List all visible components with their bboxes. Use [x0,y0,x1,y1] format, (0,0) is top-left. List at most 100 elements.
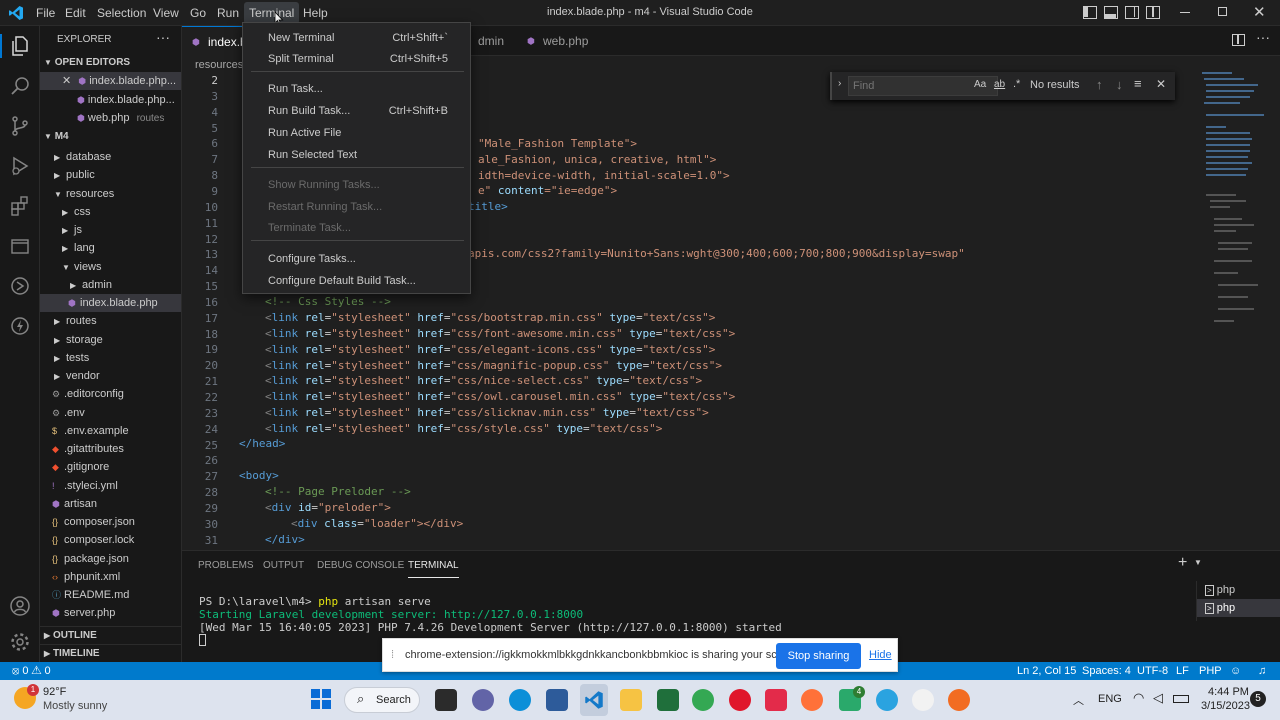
remote-explorer-icon[interactable] [8,234,32,258]
menu-item-run-build-task[interactable]: Run Build Task... Ctrl+Shift+B [243,100,472,122]
close-window-icon[interactable]: ✕ [1253,3,1266,21]
volume-icon[interactable]: ◁ [1153,690,1163,706]
telegram-icon[interactable] [876,689,898,711]
tree-item-server-php[interactable]: ⬢ server.php [40,604,181,622]
app-icon-red[interactable] [765,689,787,711]
more-actions-icon[interactable]: ··· [156,29,170,45]
tree-item-gitignore[interactable]: ◆ .gitignore [40,458,181,476]
vscode-taskbar-active[interactable] [580,684,608,716]
weather-desc[interactable]: Mostly sunny [43,700,107,712]
tree-item-database[interactable]: ▶ database [40,148,181,166]
tree-item-gitattributes[interactable]: ◆ .gitattributes [40,440,181,458]
menu-item-split-terminal[interactable]: Split Terminal Ctrl+Shift+5 [243,48,472,70]
explorer-icon[interactable] [8,34,32,58]
notification-badge[interactable]: 5 [1250,691,1266,707]
settings-gear-icon[interactable] [8,630,32,654]
extensions-icon[interactable] [8,194,32,218]
show-hidden-icons[interactable]: ︿ [1073,692,1084,708]
maximize-icon[interactable] [1218,7,1227,16]
wifi-icon[interactable]: ◠ [1133,690,1144,706]
close-find-icon[interactable]: ✕ [1156,77,1166,91]
menu-item-run-active-file[interactable]: Run Active File [243,122,472,144]
open-editors-header[interactable]: ▼ OPEN EDITORS [40,54,181,72]
toggle-panel-icon[interactable] [1104,6,1118,19]
hide-link[interactable]: Hide [869,649,892,661]
tree-item-readme-md[interactable]: ⓘ README.md [40,586,181,604]
app-icon-leaf[interactable] [912,689,934,711]
chrome-icon[interactable] [692,689,714,711]
match-whole-word-icon[interactable]: ab [994,79,1005,90]
tree-item-views[interactable]: ▼ views [40,258,181,276]
menu-go[interactable]: Go [190,6,206,20]
search-icon[interactable] [8,74,32,98]
menu-item-configure-tasks[interactable]: Configure Tasks... [243,248,472,270]
tree-item-admin[interactable]: ▶ admin [40,276,181,294]
end-of-line[interactable]: LF [1176,665,1189,677]
toggle-replace-icon[interactable]: › [838,78,841,89]
regex-icon[interactable]: .* [1013,78,1020,90]
next-match-icon[interactable]: ↓ [1116,77,1123,92]
terminal-instance[interactable]: > php [1197,581,1280,599]
menu-item-configure-default-build-task[interactable]: Configure Default Build Task... [243,270,472,292]
lightning-icon[interactable] [8,314,32,338]
minimize-icon[interactable] [1180,12,1190,13]
tab-terminal[interactable]: TERMINAL [408,560,459,578]
battery-icon[interactable] [1173,695,1189,703]
terminal-instance[interactable]: > php [1197,599,1280,617]
outline-header[interactable]: ▶ OUTLINE [40,626,181,644]
tab-web-php[interactable]: ⬢ web.php [517,26,617,56]
tab-problems[interactable]: PROBLEMS [198,560,254,571]
language-indicator[interactable]: ENG [1098,693,1122,705]
tree-item-phpunit-xml[interactable]: ‹› phpunit.xml [40,568,181,586]
php-debug-icon[interactable] [8,274,32,298]
match-case-icon[interactable]: Aa [974,79,986,90]
indentation[interactable]: Spaces: 4 [1082,665,1131,677]
open-editor-item[interactable]: ⬢ index.blade.php... [40,91,181,109]
tree-item-composer-lock[interactable]: {} composer.lock [40,531,181,549]
split-editor-icon[interactable] [1232,34,1245,46]
menu-run[interactable]: Run [217,6,239,20]
toggle-secondary-sidebar-icon[interactable] [1125,6,1139,19]
task-view-icon[interactable] [435,689,457,711]
breadcrumb-item[interactable]: resources [195,59,243,71]
store-icon[interactable] [546,689,568,711]
encoding[interactable]: UTF-8 [1137,665,1168,677]
edge-icon[interactable] [509,689,531,711]
find-in-selection-icon[interactable]: ≡ [1134,76,1142,91]
clock-time[interactable]: 4:44 PM [1208,686,1249,698]
terminal-dropdown-icon[interactable]: ▼ [1194,558,1202,567]
tab-debug-console[interactable]: DEBUG CONSOLE [317,560,404,571]
menu-view[interactable]: View [153,6,179,20]
postman-icon[interactable] [948,689,970,711]
tree-item-index-blade-php[interactable]: ⬢ index.blade.php [40,294,181,312]
previous-match-icon[interactable]: ↑ [1096,77,1103,92]
file-explorer-icon[interactable] [620,689,642,711]
tree-item-public[interactable]: ▶ public [40,166,181,184]
editor-more-icon[interactable]: ··· [1256,29,1270,45]
cursor-position[interactable]: Ln 2, Col 15 [1017,665,1076,677]
run-debug-icon[interactable] [8,154,32,178]
tree-item-composer-json[interactable]: {} composer.json [40,513,181,531]
tree-item-storage[interactable]: ▶ storage [40,331,181,349]
open-editor-item[interactable]: ⬢ web.php routes [40,109,181,127]
taskbar-search[interactable]: ⌕ Search [344,687,420,713]
tree-item-vendor[interactable]: ▶ vendor [40,367,181,385]
menu-item-new-terminal[interactable]: New Terminal Ctrl+Shift+` [243,27,472,49]
problems-status[interactable]: ⦻ 0 ⚠ 0 [12,665,51,678]
tree-item-styleci-yml[interactable]: ! .styleci.yml [40,477,181,495]
menu-item-run-selected-text[interactable]: Run Selected Text [243,144,472,166]
tree-item-resources[interactable]: ▼ resources [40,185,181,203]
new-terminal-icon[interactable]: + [1178,554,1187,572]
close-icon[interactable]: ✕ [62,75,71,87]
accounts-icon[interactable] [8,594,32,618]
tree-item-editorconfig[interactable]: ⚙ .editorconfig [40,385,181,403]
toggle-sidebar-icon[interactable] [1083,6,1097,19]
source-control-icon[interactable] [8,114,32,138]
menu-selection[interactable]: Selection [97,6,146,20]
customize-layout-icon[interactable] [1146,6,1160,19]
teams-chat-icon[interactable] [472,689,494,711]
menu-terminal[interactable]: Terminal [244,2,300,24]
opera-icon[interactable] [729,689,751,711]
spreadsheet-icon[interactable] [657,689,679,711]
open-editor-item[interactable]: ✕ ⬢ index.blade.php... [40,72,181,90]
